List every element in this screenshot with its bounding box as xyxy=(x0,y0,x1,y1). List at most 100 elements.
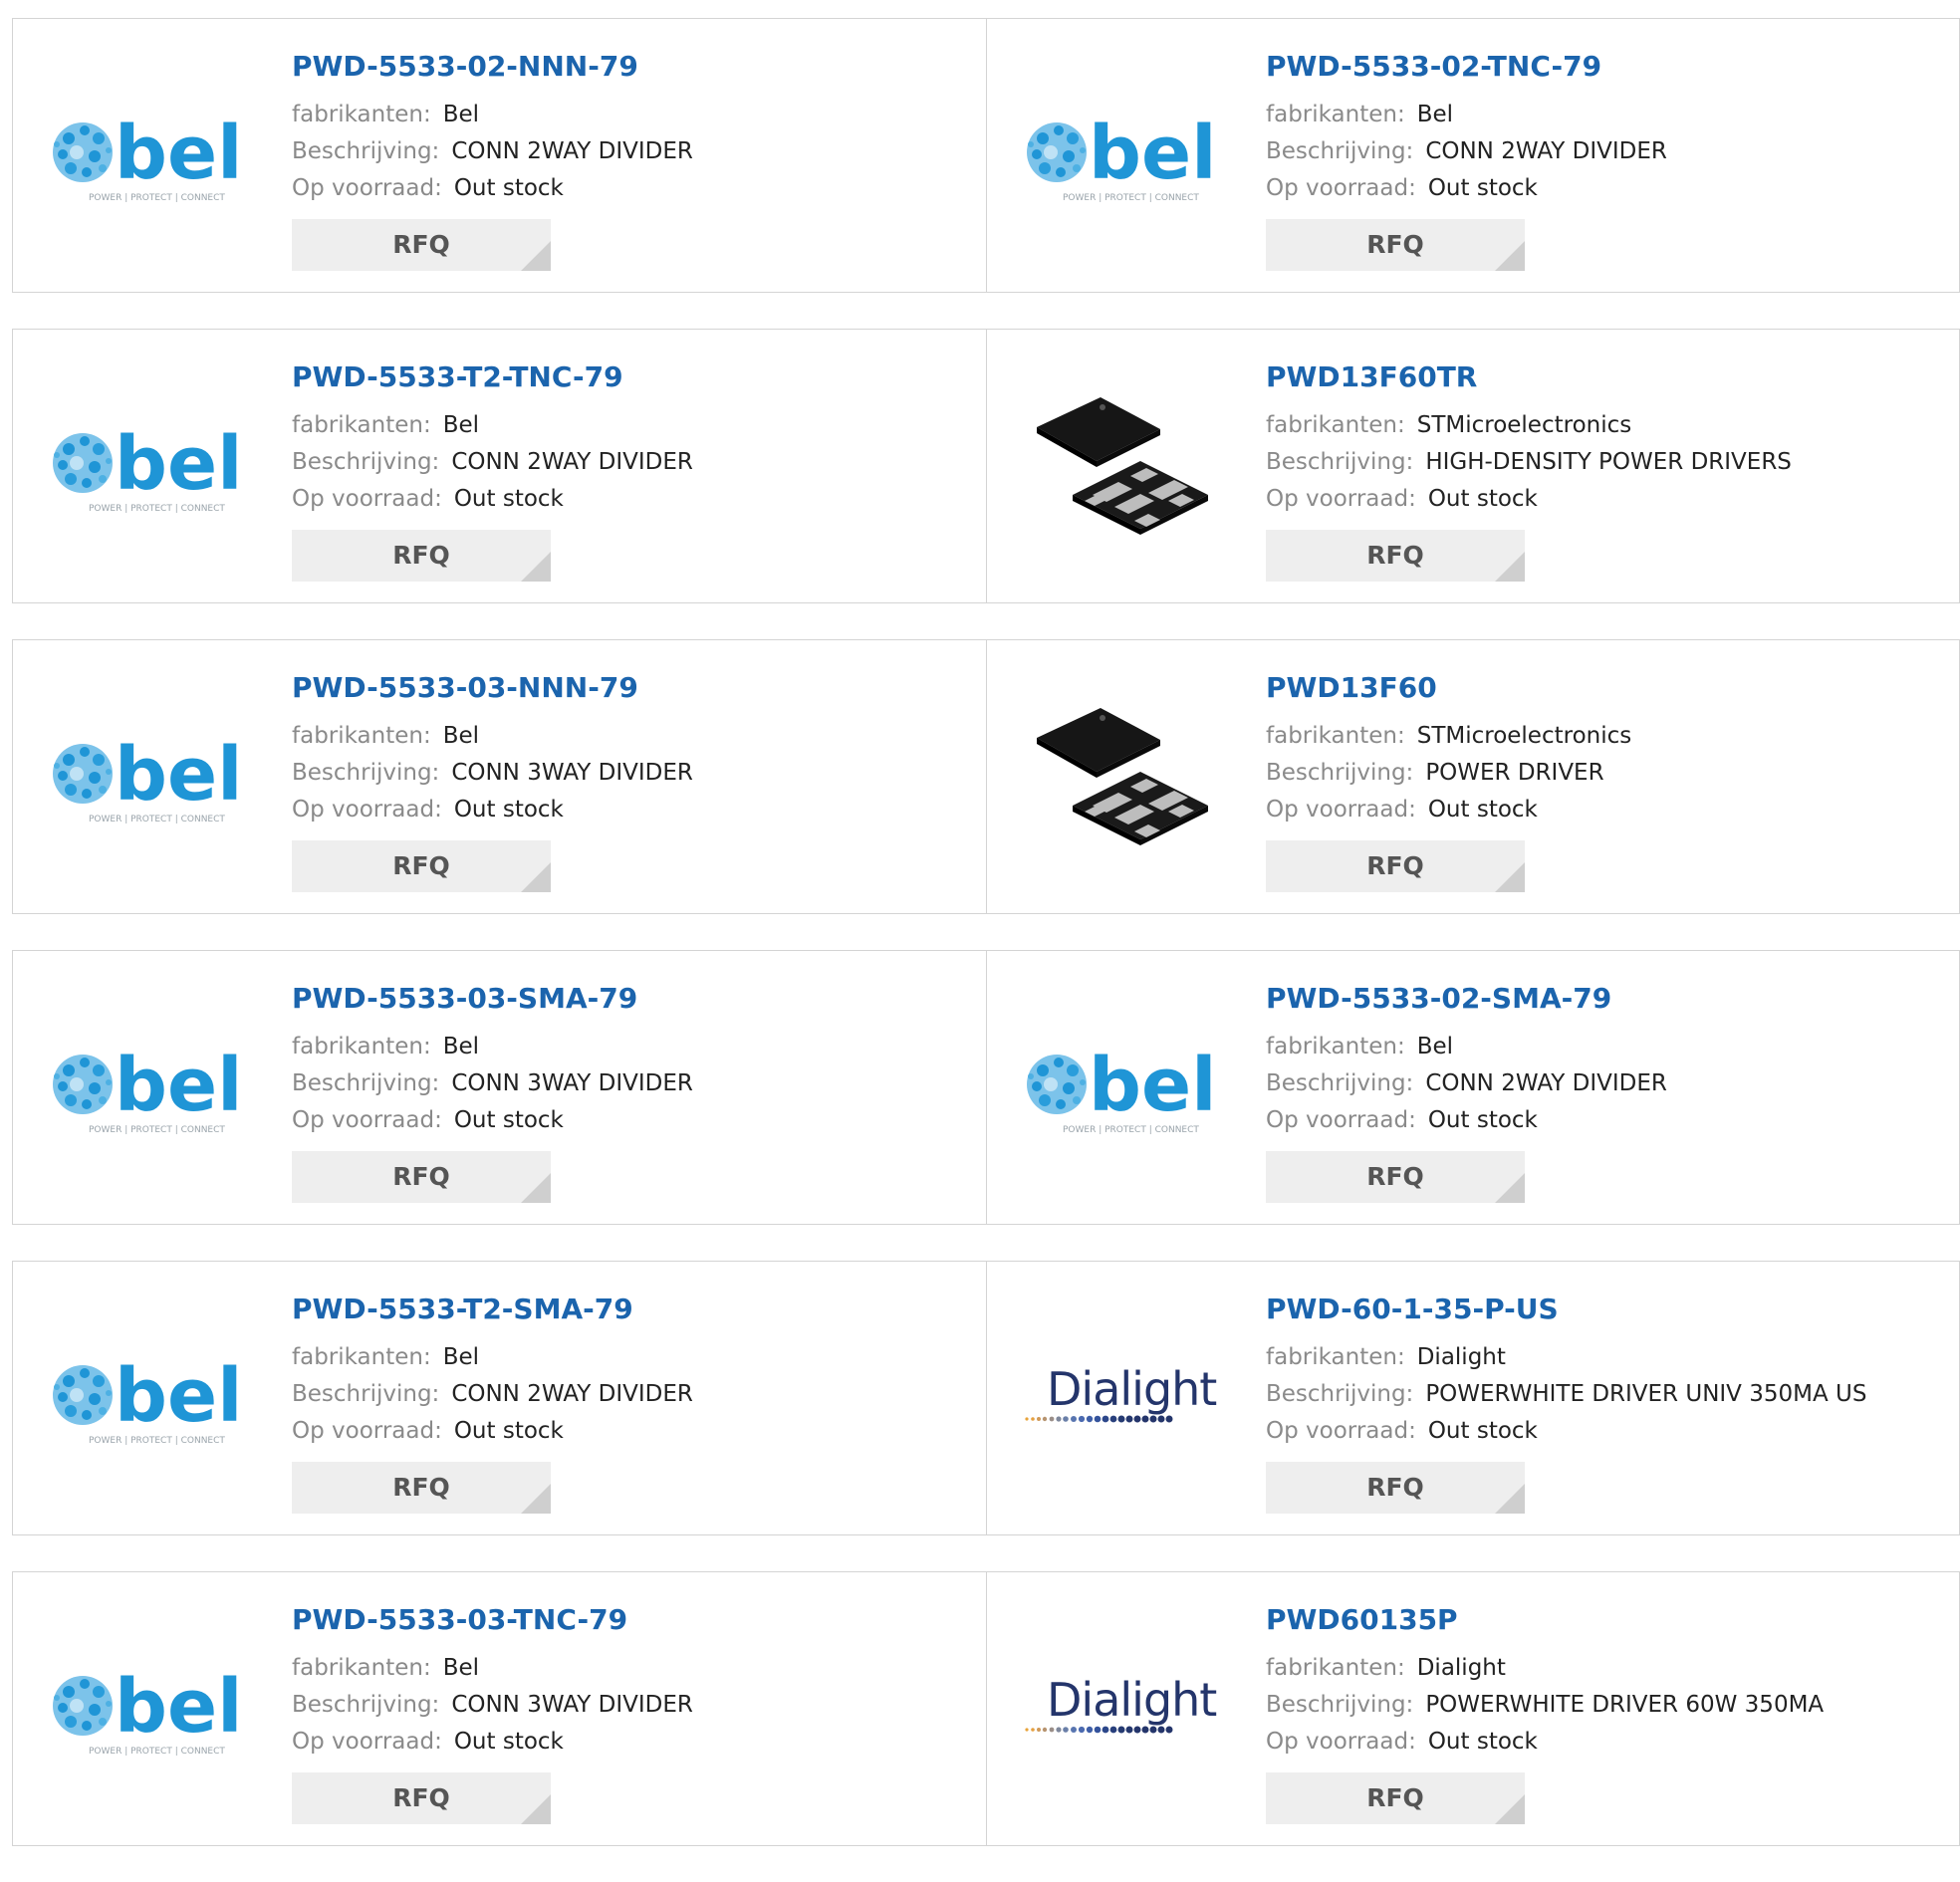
part-number-link[interactable]: PWD-5533-03-TNC-79 xyxy=(292,1602,693,1638)
stock-row: Op voorraad: Out stock xyxy=(292,792,693,828)
manufacturer-logo: bel POWER | PROTECT | CONNECT xyxy=(49,989,248,1188)
rfq-button[interactable]: RFQ xyxy=(292,530,551,582)
part-number-link[interactable]: PWD60135P xyxy=(1266,1602,1824,1638)
rfq-label: RFQ xyxy=(392,1473,450,1502)
rfq-button[interactable]: RFQ xyxy=(1266,219,1525,271)
product-card: bel POWER | PROTECT | CONNECT PWD-5533-0… xyxy=(986,19,1960,292)
part-number-link[interactable]: PWD-5533-03-NNN-79 xyxy=(292,670,693,706)
rfq-button[interactable]: RFQ xyxy=(292,1772,551,1824)
manufacturer-logo: bel POWER | PROTECT | CONNECT xyxy=(49,57,248,256)
rfq-button[interactable]: RFQ xyxy=(1266,530,1525,582)
part-number-link[interactable]: PWD-5533-02-NNN-79 xyxy=(292,49,693,85)
description-row: Beschrijving: CONN 2WAY DIVIDER xyxy=(292,133,693,170)
manufacturer-label: fabrikanten: xyxy=(292,412,431,438)
stock-value: Out stock xyxy=(453,1107,564,1133)
rfq-button[interactable]: RFQ xyxy=(292,1462,551,1514)
manufacturer-logo: Dialight xyxy=(1023,1299,1222,1499)
manufacturer-logo: bel POWER | PROTECT | CONNECT xyxy=(1023,989,1222,1188)
part-number-link[interactable]: PWD-5533-02-SMA-79 xyxy=(1266,981,1667,1017)
product-card: bel POWER | PROTECT | CONNECT PWD-5533-0… xyxy=(12,1572,986,1845)
rfq-label: RFQ xyxy=(392,1162,450,1191)
description-label: Beschrijving: xyxy=(1266,1381,1414,1407)
manufacturer-value: Bel xyxy=(442,412,480,438)
description-label: Beschrijving: xyxy=(1266,138,1414,164)
svg-text:bel: bel xyxy=(115,1664,243,1750)
corner-fold-decoration xyxy=(1495,1794,1525,1824)
rfq-button[interactable]: RFQ xyxy=(292,1151,551,1203)
part-number-link[interactable]: PWD13F60TR xyxy=(1266,359,1792,395)
manufacturer-label: fabrikanten: xyxy=(292,1344,431,1370)
bel-logo: bel POWER | PROTECT | CONNECT xyxy=(53,421,243,514)
stock-label: Op voorraad: xyxy=(292,797,442,823)
rfq-button[interactable]: RFQ xyxy=(1266,1772,1525,1824)
part-number-link[interactable]: PWD-5533-T2-TNC-79 xyxy=(292,359,693,395)
description-value: POWER DRIVER xyxy=(1425,760,1604,786)
product-info: PWD60135P fabrikanten: Dialight Beschrijv… xyxy=(1266,1602,1824,1824)
rfq-button[interactable]: RFQ xyxy=(1266,840,1525,892)
svg-text:POWER | PROTECT | CONNECT: POWER | PROTECT | CONNECT xyxy=(89,1747,225,1757)
svg-text:POWER | PROTECT | CONNECT: POWER | PROTECT | CONNECT xyxy=(89,1125,225,1135)
part-number-link[interactable]: PWD-5533-03-SMA-79 xyxy=(292,981,693,1017)
svg-text:bel: bel xyxy=(115,1043,243,1128)
manufacturer-row: fabrikanten: Dialight xyxy=(1266,1650,1824,1687)
stock-value: Out stock xyxy=(453,1418,564,1444)
svg-text:POWER | PROTECT | CONNECT: POWER | PROTECT | CONNECT xyxy=(89,1436,225,1446)
product-info: PWD-5533-T2-TNC-79 fabrikanten: Bel Besch… xyxy=(292,359,693,582)
rfq-label: RFQ xyxy=(1366,230,1424,259)
rfq-label: RFQ xyxy=(1366,1473,1424,1502)
rfq-button[interactable]: RFQ xyxy=(1266,1151,1525,1203)
manufacturer-label: fabrikanten: xyxy=(292,102,431,127)
stock-value: Out stock xyxy=(453,797,564,823)
rfq-button[interactable]: RFQ xyxy=(1266,1462,1525,1514)
description-row: Beschrijving: POWER DRIVER xyxy=(1266,755,1631,792)
stock-label: Op voorraad: xyxy=(1266,486,1416,512)
stock-row: Op voorraad: Out stock xyxy=(1266,792,1631,828)
description-row: Beschrijving: POWERWHITE DRIVER UNIV 350M… xyxy=(1266,1376,1866,1413)
bel-logo: bel POWER | PROTECT | CONNECT xyxy=(53,1353,243,1446)
manufacturer-value: Bel xyxy=(442,723,480,749)
part-number-link[interactable]: PWD-60-1-35-P-US xyxy=(1266,1292,1866,1327)
chip-package-image xyxy=(1037,397,1208,535)
product-card: PWD13F60 fabrikanten: STMicroelectronics … xyxy=(986,640,1960,913)
part-number-link[interactable]: PWD13F60 xyxy=(1266,670,1631,706)
rfq-button[interactable]: RFQ xyxy=(292,219,551,271)
rfq-label: RFQ xyxy=(1366,541,1424,570)
bel-logo: bel POWER | PROTECT | CONNECT xyxy=(53,732,243,824)
manufacturer-logo: bel POWER | PROTECT | CONNECT xyxy=(49,367,248,567)
stock-value: Out stock xyxy=(1427,1418,1538,1444)
stock-row: Op voorraad: Out stock xyxy=(292,1413,693,1450)
product-info: PWD13F60TR fabrikanten: STMicroelectronic… xyxy=(1266,359,1792,582)
svg-text:Dialight: Dialight xyxy=(1047,1362,1216,1416)
manufacturer-row: fabrikanten: Bel xyxy=(1266,1029,1667,1065)
manufacturer-label: fabrikanten: xyxy=(292,723,431,749)
description-label: Beschrijving: xyxy=(292,760,440,786)
bel-logo: bel POWER | PROTECT | CONNECT xyxy=(1027,1043,1217,1135)
stock-label: Op voorraad: xyxy=(292,1729,442,1755)
description-value: POWERWHITE DRIVER 60W 350MA xyxy=(1425,1692,1825,1718)
corner-fold-decoration xyxy=(521,862,551,892)
product-list: bel POWER | PROTECT | CONNECT PWD-5533-0… xyxy=(12,18,1960,1882)
corner-fold-decoration xyxy=(521,241,551,271)
manufacturer-logo xyxy=(1023,678,1222,877)
rfq-label: RFQ xyxy=(392,541,450,570)
svg-text:Dialight: Dialight xyxy=(1047,1673,1216,1727)
stock-label: Op voorraad: xyxy=(1266,1418,1416,1444)
manufacturer-logo: bel POWER | PROTECT | CONNECT xyxy=(49,678,248,877)
rfq-label: RFQ xyxy=(392,851,450,880)
description-value: CONN 3WAY DIVIDER xyxy=(451,1692,693,1718)
rfq-button[interactable]: RFQ xyxy=(292,840,551,892)
part-number-link[interactable]: PWD-5533-02-TNC-79 xyxy=(1266,49,1667,85)
product-row: bel POWER | PROTECT | CONNECT PWD-5533-T… xyxy=(12,329,1960,603)
corner-fold-decoration xyxy=(1495,862,1525,892)
product-info: PWD-5533-03-SMA-79 fabrikanten: Bel Besch… xyxy=(292,981,693,1203)
manufacturer-value: Dialight xyxy=(1416,1344,1506,1370)
manufacturer-row: fabrikanten: Dialight xyxy=(1266,1339,1866,1376)
stock-value: Out stock xyxy=(1427,486,1538,512)
stock-value: Out stock xyxy=(1427,175,1538,201)
part-number-link[interactable]: PWD-5533-T2-SMA-79 xyxy=(292,1292,693,1327)
product-card: bel POWER | PROTECT | CONNECT PWD-5533-0… xyxy=(986,951,1960,1224)
product-row: bel POWER | PROTECT | CONNECT PWD-5533-0… xyxy=(12,1571,1960,1846)
description-value: CONN 2WAY DIVIDER xyxy=(451,449,693,475)
product-info: PWD-5533-02-NNN-79 fabrikanten: Bel Besch… xyxy=(292,49,693,271)
product-card: bel POWER | PROTECT | CONNECT PWD-5533-T… xyxy=(12,330,986,602)
